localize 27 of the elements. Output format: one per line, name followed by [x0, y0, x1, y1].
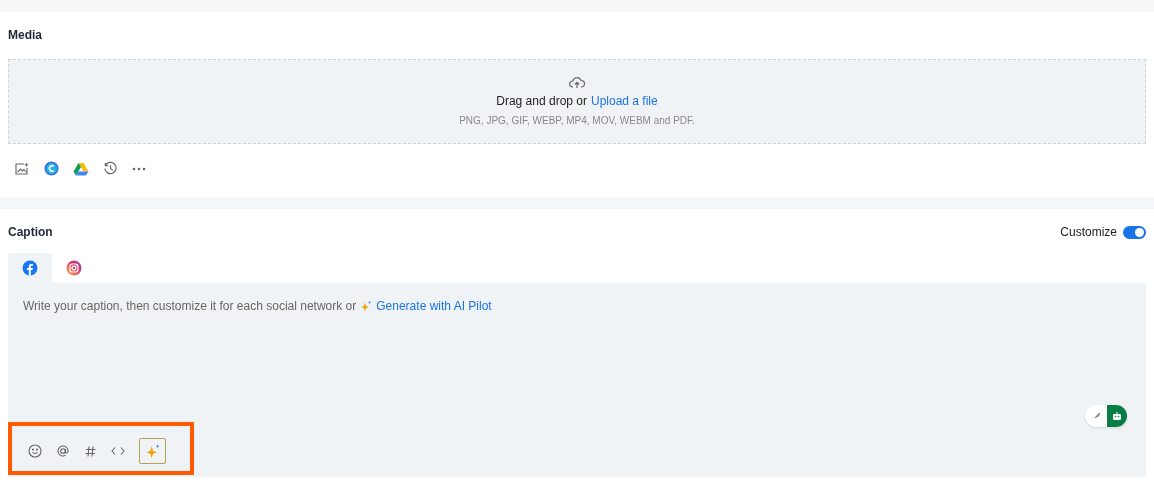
- ai-generate-link[interactable]: Generate with AI Pilot: [376, 297, 492, 315]
- instagram-logo-icon: [66, 260, 82, 276]
- upload-cloud-icon: [569, 75, 585, 89]
- hashtag-icon[interactable]: [84, 444, 97, 458]
- sparkle-icon: [144, 443, 161, 459]
- section-title: Media: [8, 27, 43, 44]
- caption-placeholder: Write your caption, then customize it for each social network or: [23, 298, 357, 315]
- drive-logo-icon[interactable]: [73, 161, 89, 176]
- file-types-hint: PNG, JPG, GIF, WEBP, MP4, MOV, WEBM and PDF.: [459, 113, 695, 128]
- canva-logo-icon[interactable]: [44, 161, 59, 176]
- caption-editor[interactable]: Write your caption, then customize it for each social network or Generate with AI Pilot: [8, 283, 1146, 477]
- dropzone-prompt: Drag and drop or: [496, 92, 587, 110]
- dropzone[interactable]: Drag and drop or Upload a file PNG, JPG, GIF, WEBP, MP4, MOV, WEBM and PDF.: [8, 59, 1146, 144]
- emoji-icon[interactable]: [28, 444, 42, 458]
- network-tab[interactable]: [8, 253, 52, 283]
- section-title: Caption: [8, 224, 53, 241]
- history-icon[interactable]: [103, 161, 118, 176]
- mention-icon[interactable]: [56, 444, 70, 458]
- facebook-logo-icon: [22, 260, 38, 276]
- image-upload-icon[interactable]: [14, 161, 30, 176]
- customize-toggle[interactable]: [1123, 225, 1146, 239]
- more-options-icon[interactable]: [132, 166, 146, 171]
- sparkle-icon: [360, 300, 373, 312]
- editor-mode-switch[interactable]: [1085, 405, 1127, 427]
- code-icon[interactable]: [111, 446, 125, 456]
- customize-label: Customize: [1060, 224, 1117, 241]
- upload-link[interactable]: Upload a file: [591, 91, 658, 110]
